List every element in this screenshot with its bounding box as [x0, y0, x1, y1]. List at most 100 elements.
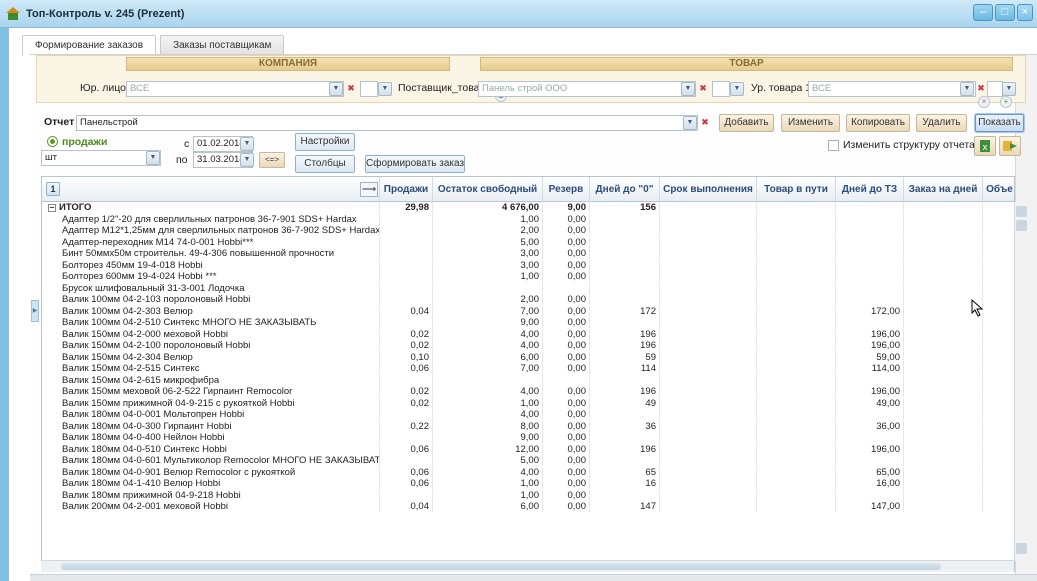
col-volume[interactable]: Объе [982, 177, 1014, 202]
expand-arrow-icon[interactable]: ⟶ [360, 182, 378, 197]
table-row[interactable]: Бинт 50ммх50м строительн. 49-4-306 повыш… [42, 248, 1014, 259]
chevron-down-icon[interactable]: ▼ [681, 82, 695, 96]
unit-combo[interactable]: шт [41, 150, 161, 166]
total-row[interactable]: − ИТОГО 29,98 4 676,00 9,00 156 [42, 202, 1014, 213]
table-row[interactable]: Болторез 450мм 19-4-018 Hobbi 3,00 0,00 [42, 260, 1014, 271]
cell-sales: 0,02 [379, 386, 432, 397]
cell-transit [756, 375, 835, 386]
table-row[interactable]: Болторез 600мм 19-4-024 Hobbi *** 1,00 0,0… [42, 271, 1014, 282]
table-row[interactable]: Брусок шлифовальный 31-3-001 Лодочка [42, 283, 1014, 294]
level-badge[interactable]: 1 [46, 182, 60, 196]
col-days-to-tz[interactable]: Дней до ТЗ [835, 177, 903, 202]
calendar-dropdown-icon[interactable]: ▼ [240, 137, 254, 151]
horizontal-scroll-thumb[interactable] [61, 563, 941, 570]
edit-report-button[interactable]: Изменить [781, 114, 840, 132]
sales-radio[interactable] [47, 136, 58, 147]
table-row[interactable]: Валик 150мм 04-2-304 Велюр 0,10 6,00 0,00 59… [42, 352, 1014, 363]
calendar-dropdown-icon[interactable]: ▼ [240, 153, 254, 167]
swap-dates-button[interactable]: <=> [259, 152, 285, 168]
table-row[interactable]: Валик 200мм 04-2-001 меховой Hobbi 0,04 6,… [42, 501, 1014, 512]
cell-stock: 4,00 [432, 329, 542, 340]
table-row[interactable]: Валик 150мм 04-2-100 поролоновый Hobbi 0,… [42, 340, 1014, 351]
col-reserve[interactable]: Резерв [542, 177, 589, 202]
table-row[interactable]: Адаптер М12*1,25мм для сверлильных патро… [42, 225, 1014, 236]
table-row[interactable]: Адаптер 1/2"-20 для сверлильных патронов… [42, 214, 1014, 225]
remove-level-icon[interactable]: × [978, 96, 990, 108]
cell-reserve: 0,00 [542, 490, 589, 501]
table-row[interactable]: Валик 180мм 04-0-400 Нейлон Hobbi 9,00 0,0… [42, 432, 1014, 443]
scroll-down-icon[interactable] [1016, 543, 1027, 554]
tab-order-forming[interactable]: Формирование заказов [22, 35, 157, 56]
cell-vol [982, 398, 1014, 409]
chevron-down-icon[interactable]: ▼ [1002, 82, 1016, 96]
scroll-up-icon[interactable] [1016, 206, 1027, 217]
change-structure-checkbox[interactable] [828, 140, 839, 151]
tab-supplier-orders[interactable]: Заказы поставщикам [160, 35, 285, 55]
table-row[interactable]: Валик 180мм прижимной 04-9-218 Hobbi 1,00… [42, 490, 1014, 501]
col-days-to-zero[interactable]: Дней до "0" [589, 177, 659, 202]
collapse-total-icon[interactable]: − [48, 204, 56, 212]
chevron-down-icon[interactable]: ▼ [378, 82, 392, 96]
col-free-stock[interactable]: Остаток свободный [432, 177, 542, 202]
clear-icon[interactable]: ✖ [345, 81, 357, 95]
cell-reserve: 0,00 [542, 294, 589, 305]
add-level-icon[interactable]: + [1000, 96, 1012, 108]
product-name-cell: Валик 180мм 04-0-001 Мольтопрен Hobbi [62, 409, 245, 420]
table-row[interactable]: Адаптер-переходник М14 74-0-001 Hobbi***… [42, 237, 1014, 248]
product-level-mode-combo[interactable] [987, 81, 1003, 97]
clear-icon[interactable]: ✖ [697, 81, 709, 95]
settings-button[interactable]: Настройки [295, 133, 355, 151]
export-excel-icon[interactable]: x [974, 136, 996, 156]
delete-report-button[interactable]: Удалить [916, 114, 967, 132]
add-report-button[interactable]: Добавить [719, 114, 774, 132]
table-row[interactable]: Валик 100мм 04-2-103 поролоновый Hobbi 2,… [42, 294, 1014, 305]
col-sales[interactable]: Продажи [379, 177, 432, 202]
scroll-up-page-icon[interactable] [1016, 220, 1027, 231]
chevron-down-icon[interactable]: ▼ [146, 151, 160, 165]
table-row[interactable]: Валик 100мм 04-2-303 Велюр 0,04 7,00 0,00 17… [42, 306, 1014, 317]
col-in-transit[interactable]: Товар в пути [756, 177, 835, 202]
export-arrow-icon[interactable] [999, 136, 1021, 156]
show-report-button[interactable]: Показать [975, 114, 1024, 132]
columns-button[interactable]: Столбцы [295, 155, 355, 173]
clear-icon[interactable]: ✖ [699, 115, 711, 129]
minimize-button[interactable]: – [973, 4, 993, 21]
company-group-header[interactable]: КОМПАНИЯ [126, 57, 450, 71]
table-row[interactable]: Валик 150мм 04-2-615 микрофибра [42, 375, 1014, 386]
table-row[interactable]: Валик 180мм 04-0-300 Гирпаинт Hobbi 0,22 8… [42, 421, 1014, 432]
table-row[interactable]: Валик 180мм 04-0-001 Мольтопрен Hobbi 4,0… [42, 409, 1014, 420]
product-group-header[interactable]: ТОВАР [480, 57, 1013, 71]
report-combo[interactable]: Панельстрой [76, 115, 698, 131]
table-row[interactable]: Валик 150мм 04-2-000 меховой Hobbi 0,02 4,… [42, 329, 1014, 340]
make-order-button[interactable]: Сформировать заказ [365, 155, 465, 173]
clear-icon[interactable]: ✖ [975, 81, 987, 95]
chevron-down-icon[interactable]: ▼ [683, 116, 697, 130]
close-button[interactable]: × [1017, 4, 1033, 21]
cell-days0: 114 [589, 363, 659, 374]
vertical-scrollbar[interactable] [1014, 202, 1028, 561]
chevron-down-icon[interactable]: ▼ [960, 82, 974, 96]
col-lead-time[interactable]: Срок выполнения [659, 177, 756, 202]
horizontal-scrollbar[interactable] [41, 560, 1014, 572]
chevron-down-icon[interactable]: ▼ [730, 82, 744, 96]
legal-entity-combo[interactable]: ВСЕ [126, 81, 344, 97]
cell-term [659, 421, 756, 432]
product-level-combo[interactable]: ВСЕ [808, 81, 976, 97]
table-row[interactable]: Валик 180мм 04-1-410 Велюр Hobbi 0,06 1,00… [42, 478, 1014, 489]
table-row[interactable]: Валик 150мм меховой 06-2-522 Гирпаинт Re… [42, 386, 1014, 397]
maximize-button[interactable]: □ [995, 4, 1015, 21]
table-row[interactable]: Валик 180мм 04-0-510 Синтекс Hobbi 0,06 12… [42, 444, 1014, 455]
table-row[interactable]: Валик 150мм 04-2-515 Синтекс 0,06 7,00 0,00… [42, 363, 1014, 374]
table-row[interactable]: Валик 180мм 04-0-601 Мультиколор Remocol… [42, 455, 1014, 466]
cell-transit [756, 283, 835, 294]
supplier-combo[interactable]: Панель строй ООО [478, 81, 696, 97]
copy-report-button[interactable]: Копировать [846, 114, 910, 132]
side-panel-toggle-icon[interactable]: ▶ [31, 300, 39, 322]
table-row[interactable]: Валик 100мм 04-2-510 Синтекс МНОГО НЕ ЗА… [42, 317, 1014, 328]
legal-entity-mode-combo[interactable] [360, 81, 378, 97]
chevron-down-icon[interactable]: ▼ [329, 82, 343, 96]
table-row[interactable]: Валик 150мм прижимной 04-9-215 с рукоятк… [42, 398, 1014, 409]
supplier-mode-combo[interactable] [712, 81, 730, 97]
col-order-days[interactable]: Заказ на дней [903, 177, 982, 202]
table-row[interactable]: Валик 180мм 04-0-901 Велюр Remocolor с р… [42, 467, 1014, 478]
